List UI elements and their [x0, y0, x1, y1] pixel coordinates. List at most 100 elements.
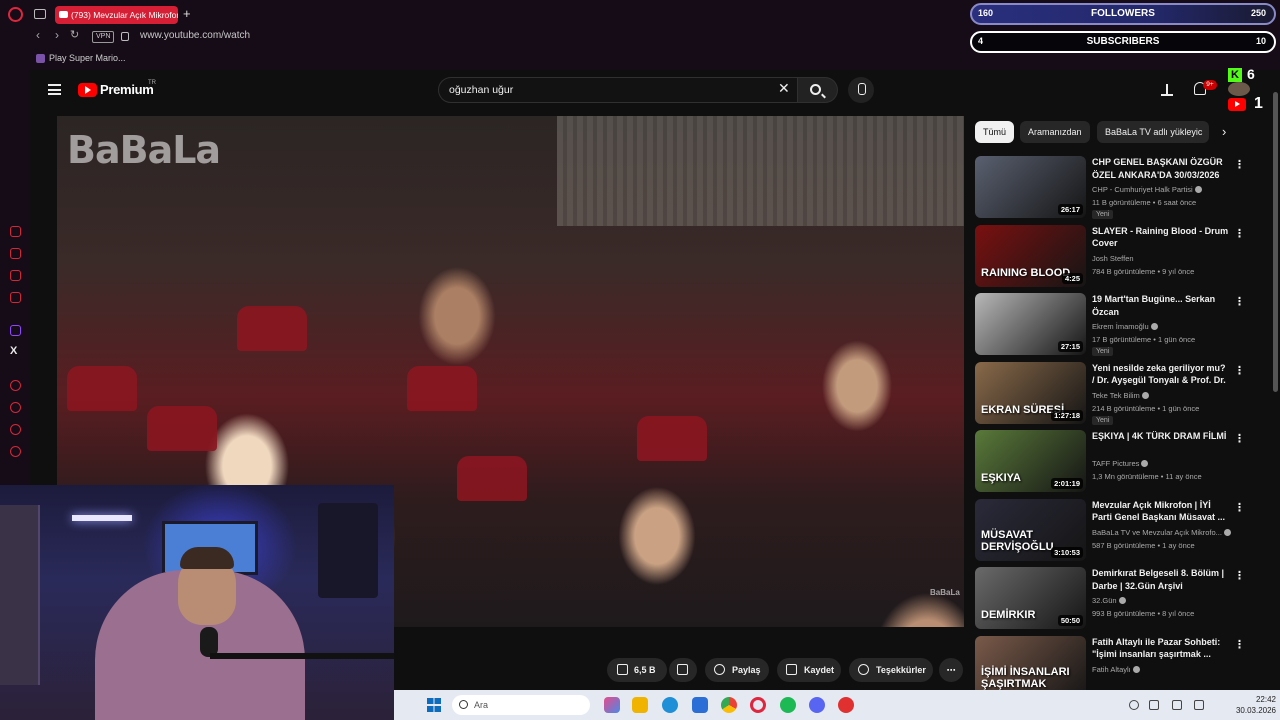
- recommendation-item[interactable]: EKRAN SÜRESİ 1:27:18 Yeni nesilde zeka ger…: [975, 361, 1250, 426]
- player-icon[interactable]: [10, 380, 21, 391]
- create-upload-icon[interactable]: [1161, 82, 1173, 96]
- video-thumbnail[interactable]: EŞKIYA 2:01:19: [975, 430, 1086, 492]
- hamburger-menu-icon[interactable]: [48, 84, 61, 95]
- video-thumbnail[interactable]: EKRAN SÜRESİ 1:27:18: [975, 361, 1086, 424]
- recommendation-item[interactable]: RAINING BLOOD 4:25 SLAYER - Raining Blood …: [975, 224, 1250, 289]
- extensions-icon[interactable]: [10, 424, 21, 435]
- thumbs-down-icon: [677, 664, 688, 675]
- channel-name[interactable]: BaBaLa TV ve Mevzular Açık Mikrofo...: [1092, 528, 1242, 537]
- recommendation-title[interactable]: Mevzular Açık Mikrofon | İYİ Parti Genel…: [1092, 499, 1230, 524]
- thanks-button[interactable]: Teşekkürler: [849, 658, 933, 682]
- search-box[interactable]: [438, 77, 798, 103]
- avatar[interactable]: [1228, 82, 1250, 96]
- chip-uploader[interactable]: BaBaLa TV adlı yükleyic: [1097, 121, 1209, 143]
- tray-chevron-icon[interactable]: [1129, 700, 1139, 710]
- messenger-icon[interactable]: [10, 248, 21, 259]
- store-icon[interactable]: [692, 697, 708, 713]
- more-options-icon[interactable]: ⋮: [1234, 569, 1245, 582]
- taskbar-clock[interactable]: 22:42 30.03.2026: [1224, 694, 1276, 716]
- more-options-icon[interactable]: ⋮: [1234, 158, 1245, 171]
- channel-name[interactable]: Josh Steffen: [1092, 254, 1242, 263]
- recommendation-item[interactable]: DEMİRKIR 50:50 Demirkırat Belgeseli 8. Böl…: [975, 567, 1250, 631]
- video-thumbnail[interactable]: İŞİMİ İNSANLARI ŞAŞIRTMAK: [975, 635, 1086, 698]
- search-button[interactable]: [798, 77, 838, 103]
- like-button[interactable]: 6,5 B: [607, 658, 667, 682]
- channel-name[interactable]: 32.Gün: [1092, 596, 1242, 605]
- recommendation-title[interactable]: Yeni nesilde zeka geriliyor mu? / Dr. Ay…: [1092, 362, 1230, 388]
- youtube-logo-text[interactable]: Premium: [100, 82, 154, 97]
- vpn-badge[interactable]: VPN: [92, 31, 115, 43]
- twitch-icon[interactable]: [10, 325, 21, 336]
- share-button[interactable]: Paylaş: [705, 658, 769, 682]
- mail-icon[interactable]: [10, 292, 21, 303]
- more-options-icon[interactable]: ⋮: [1234, 295, 1245, 308]
- taskbar-search[interactable]: Ara: [452, 695, 590, 715]
- video-thumbnail[interactable]: MÜSAVAT DERVİŞOĞLU 3:10:53: [975, 498, 1086, 561]
- recommendation-title[interactable]: 19 Mart'tan Bugüne... Serkan Özcan: [1092, 293, 1230, 318]
- app-icon[interactable]: [838, 697, 854, 713]
- mic-tray-icon[interactable]: [1172, 700, 1182, 710]
- reload-icon[interactable]: ↻: [70, 28, 79, 41]
- recommendation-item[interactable]: 27:15 19 Mart'tan Bugüne... Serkan Özcan E…: [975, 293, 1250, 357]
- tab-island-icon[interactable]: [34, 9, 46, 19]
- youtube-logo-icon[interactable]: [78, 83, 97, 97]
- video-thumbnail[interactable]: 27:15: [975, 293, 1086, 355]
- browser-tab-active[interactable]: (793) Mevzular Açık Mikrofon: [55, 6, 178, 24]
- file-explorer-icon[interactable]: [632, 697, 648, 713]
- more-options-icon[interactable]: ⋮: [1234, 501, 1245, 514]
- chevron-right-icon[interactable]: ›: [1222, 124, 1226, 139]
- spotify-icon[interactable]: [780, 697, 796, 713]
- more-actions-button[interactable]: ⋯: [939, 658, 963, 682]
- recommendation-title[interactable]: Demirkırat Belgeseli 8. Bölüm | Darbe | …: [1092, 567, 1230, 592]
- opera-logo-icon[interactable]: [8, 7, 23, 22]
- copilot-icon[interactable]: [604, 697, 620, 713]
- settings-icon[interactable]: [10, 446, 21, 457]
- duration-badge: 27:15: [1057, 341, 1083, 352]
- more-options-icon[interactable]: ⋮: [1234, 227, 1245, 240]
- forward-icon[interactable]: ›: [55, 28, 59, 42]
- channel-name[interactable]: Teke Tek Bilim: [1092, 391, 1242, 400]
- lock-icon[interactable]: [121, 32, 129, 41]
- bookmark-item[interactable]: Play Super Mario...: [49, 53, 126, 63]
- recommendation-title[interactable]: EŞKIYA | 4K TÜRK DRAM FİLMİ: [1092, 430, 1230, 443]
- chrome-icon[interactable]: [721, 697, 737, 713]
- chip-from-search[interactable]: Aramanızdan: [1020, 121, 1090, 143]
- new-tab-icon[interactable]: +: [183, 6, 191, 21]
- page-scrollbar[interactable]: [1271, 70, 1280, 690]
- history-icon[interactable]: [10, 402, 21, 413]
- x-twitter-icon[interactable]: X: [10, 345, 17, 357]
- clear-search-icon[interactable]: ✕: [778, 80, 790, 97]
- opera-taskbar-icon[interactable]: [750, 697, 766, 713]
- discord-icon[interactable]: [809, 697, 825, 713]
- more-options-icon[interactable]: ⋮: [1234, 364, 1245, 377]
- video-thumbnail[interactable]: DEMİRKIR 50:50: [975, 567, 1086, 629]
- more-options-icon[interactable]: ⋮: [1234, 638, 1245, 651]
- aria-icon[interactable]: [10, 226, 21, 237]
- channel-name[interactable]: Fatih Altaylı: [1092, 665, 1242, 674]
- windows-start-icon[interactable]: [427, 698, 441, 712]
- channel-name[interactable]: TAFF Pictures: [1092, 459, 1242, 468]
- recommendation-item[interactable]: MÜSAVAT DERVİŞOĞLU 3:10:53 Mevzular Açık M…: [975, 498, 1250, 563]
- recommendation-title[interactable]: Fatih Altaylı ile Pazar Sohbeti: "İşimi …: [1092, 636, 1230, 661]
- dislike-button[interactable]: [669, 658, 697, 682]
- network-icon[interactable]: [1149, 700, 1159, 710]
- url-field[interactable]: www.youtube.com/watch: [140, 30, 250, 41]
- back-icon[interactable]: ‹: [36, 28, 40, 42]
- recommendation-item[interactable]: EŞKIYA 2:01:19 EŞKIYA | 4K TÜRK DRAM FİLMİ…: [975, 430, 1250, 494]
- volume-icon[interactable]: [1194, 700, 1204, 710]
- recommendation-title[interactable]: SLAYER - Raining Blood - Drum Cover: [1092, 225, 1230, 250]
- voice-search-icon[interactable]: [848, 77, 874, 103]
- more-options-icon[interactable]: ⋮: [1234, 432, 1245, 445]
- channel-name[interactable]: Ekrem İmamoğlu: [1092, 322, 1242, 331]
- save-button[interactable]: Kaydet: [777, 658, 841, 682]
- scrollbar-thumb[interactable]: [1273, 92, 1278, 392]
- search-input[interactable]: [449, 82, 769, 98]
- recommendation-title[interactable]: CHP GENEL BAŞKANI ÖZGÜR ÖZEL ANKARA'DA 3…: [1092, 156, 1230, 181]
- video-thumbnail[interactable]: RAINING BLOOD 4:25: [975, 224, 1086, 287]
- recommendation-item[interactable]: 26:17 CHP GENEL BAŞKANI ÖZGÜR ÖZEL ANKARA…: [975, 156, 1250, 220]
- edge-icon[interactable]: [662, 697, 678, 713]
- chip-all[interactable]: Tümü: [975, 121, 1015, 143]
- video-thumbnail[interactable]: 26:17: [975, 156, 1086, 218]
- instagram-icon[interactable]: [10, 270, 21, 281]
- channel-name[interactable]: CHP - Cumhuriyet Halk Partisi: [1092, 185, 1242, 194]
